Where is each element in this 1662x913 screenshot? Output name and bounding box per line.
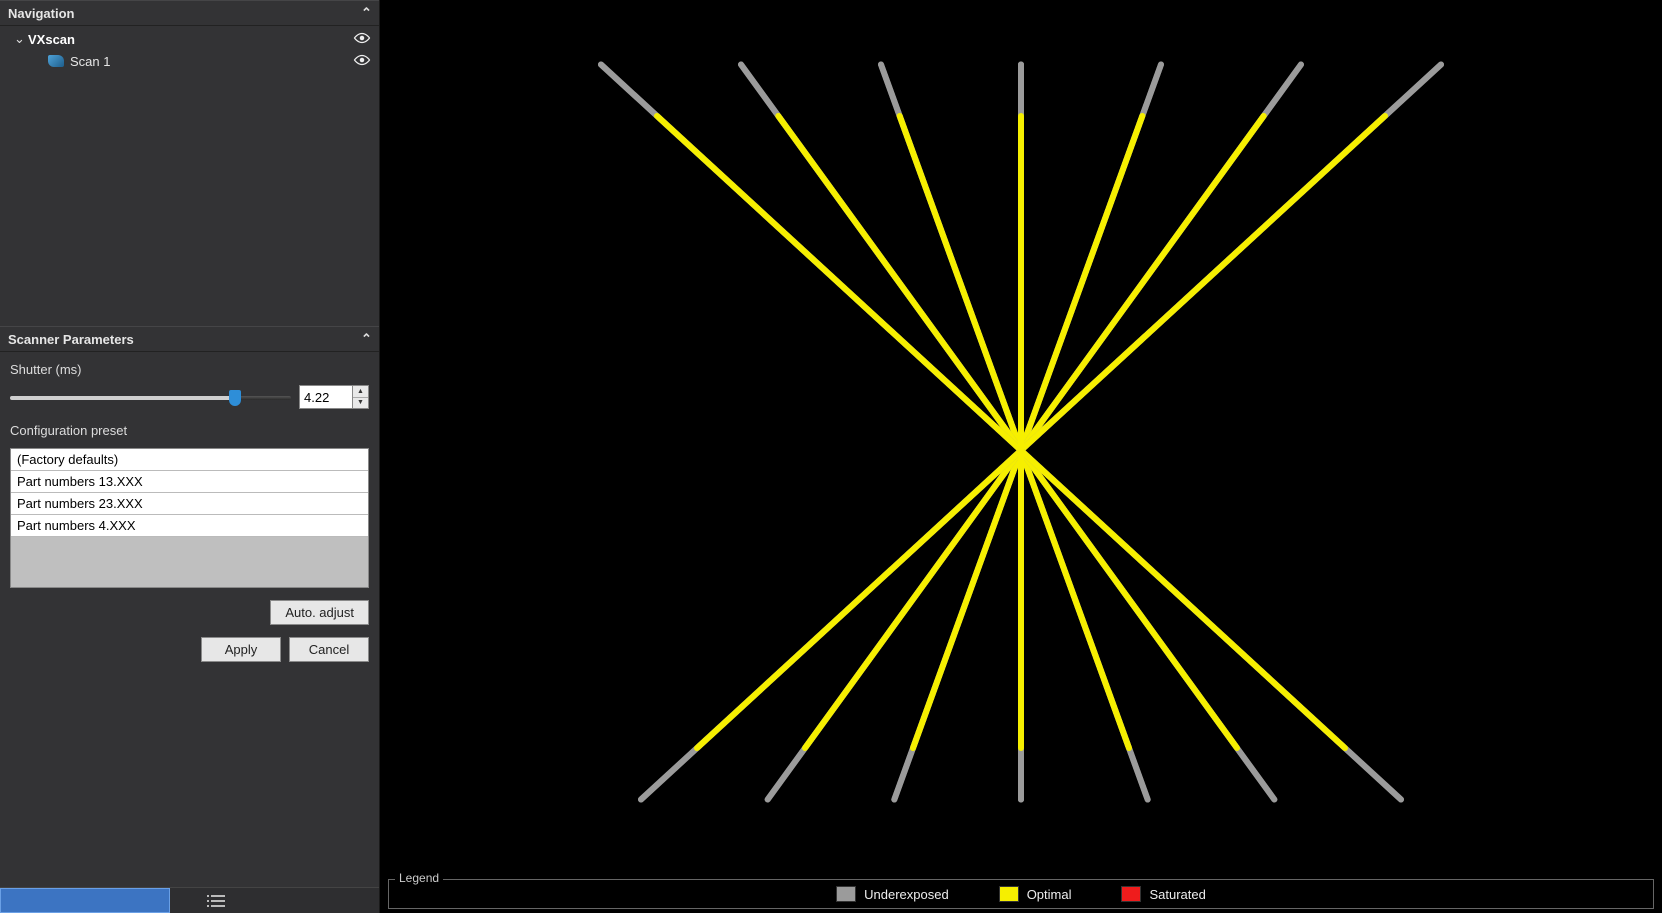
chevron-down-icon[interactable]: ⌄ [14, 31, 24, 47]
navigation-panel-header[interactable]: Navigation ⌃ [0, 0, 379, 26]
legend-item-underexposed: Underexposed [836, 886, 949, 902]
tree-root-label: VXscan [28, 32, 349, 47]
bottom-toolstrip [0, 887, 379, 913]
scan-canvas[interactable] [380, 0, 1662, 879]
spinner-down-icon[interactable]: ▼ [353, 398, 368, 409]
visibility-icon[interactable] [353, 32, 371, 46]
apply-button[interactable]: Apply [201, 637, 281, 662]
legend: Legend Underexposed Optimal Saturated [388, 879, 1654, 909]
tree-item-label: Scan 1 [70, 54, 349, 69]
preset-item[interactable]: Part numbers 13.XXX [11, 471, 368, 493]
preset-item[interactable]: Part numbers 23.XXX [11, 493, 368, 515]
scanner-params-body: Shutter (ms) ▲ ▼ Configuration preset [0, 352, 379, 674]
legend-item-saturated: Saturated [1121, 886, 1205, 902]
preset-item[interactable]: (Factory defaults) [11, 449, 368, 471]
auto-adjust-button[interactable]: Auto. adjust [270, 600, 369, 625]
slider-thumb[interactable] [229, 390, 241, 406]
spinner-up-icon[interactable]: ▲ [353, 386, 368, 398]
navigation-tree: ⌄ VXscan Scan 1 [0, 26, 379, 76]
tree-root-row[interactable]: ⌄ VXscan [0, 28, 379, 50]
legend-title: Legend [395, 871, 443, 885]
legend-item-optimal: Optimal [999, 886, 1072, 902]
shutter-spinner[interactable]: ▲ ▼ [299, 385, 369, 409]
visibility-icon[interactable] [353, 54, 371, 68]
bottom-active-tab[interactable] [0, 888, 170, 913]
navigation-title: Navigation [8, 6, 74, 21]
cancel-button[interactable]: Cancel [289, 637, 369, 662]
swatch-optimal [999, 886, 1019, 902]
shutter-label: Shutter (ms) [10, 362, 369, 377]
scanner-params-header[interactable]: Scanner Parameters ⌃ [0, 326, 379, 352]
shutter-slider[interactable] [10, 388, 291, 406]
collapse-icon[interactable]: ⌃ [361, 5, 371, 21]
legend-label: Optimal [1027, 887, 1072, 902]
legend-label: Saturated [1149, 887, 1205, 902]
legend-label: Underexposed [864, 887, 949, 902]
navigation-empty-area [0, 76, 379, 326]
swatch-saturated [1121, 886, 1141, 902]
shutter-input[interactable] [300, 386, 352, 408]
scanner-params-title: Scanner Parameters [8, 332, 134, 347]
preset-item[interactable]: Part numbers 4.XXX [11, 515, 368, 537]
collapse-icon[interactable]: ⌃ [361, 331, 371, 347]
scan-icon [48, 55, 64, 67]
preset-list[interactable]: (Factory defaults) Part numbers 13.XXX P… [10, 448, 369, 588]
sidebar: Navigation ⌃ ⌄ VXscan Scan 1 Scanner Par… [0, 0, 380, 913]
list-view-icon[interactable] [176, 888, 256, 913]
preset-label: Configuration preset [10, 423, 369, 438]
swatch-underexposed [836, 886, 856, 902]
viewport: Legend Underexposed Optimal Saturated [380, 0, 1662, 913]
tree-item-row[interactable]: Scan 1 [0, 50, 379, 72]
